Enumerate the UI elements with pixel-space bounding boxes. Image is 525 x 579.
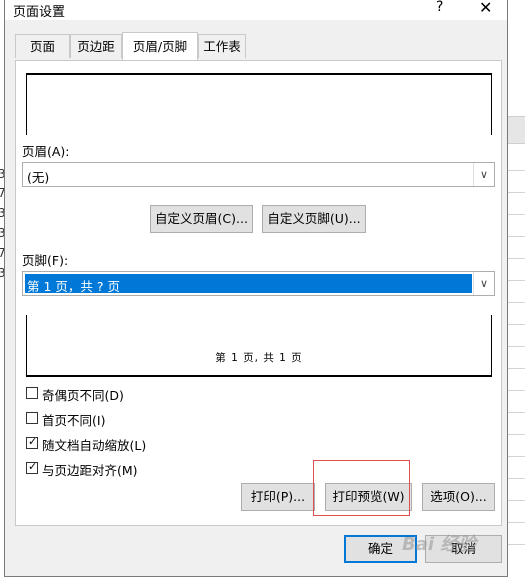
check-icon: ✓ [28,460,38,473]
tab-margins[interactable]: 页边距 [70,34,122,58]
custom-footer-button[interactable]: 自定义页脚(U)... [262,205,366,233]
checkbox-box[interactable]: ✓ [26,435,38,449]
tab-header-footer[interactable]: 页眉/页脚 [122,32,198,60]
header-selected-value: (无) [27,170,50,185]
header-label: 页眉(A): [22,144,70,159]
dialog-title: 页面设置 [13,5,66,20]
checkbox-box[interactable] [26,387,38,399]
checkbox-label: 随文档自动缩放(L) [42,438,147,453]
checkbox-label: 首页不同(I) [42,413,106,428]
chevron-down-icon: ∨ [473,272,494,295]
page-setup-dialog: 页面设置 ? ✕ 页面 页边距 页眉/页脚 工作表 页眉(A): (无) ∨ 自… [4,0,508,577]
checkbox-box[interactable] [26,412,38,424]
help-button[interactable]: ? [436,0,443,15]
header-footer-panel: 页眉(A): (无) ∨ 自定义页眉(C)... 自定义页脚(U)... 页脚(… [15,60,502,526]
cancel-button[interactable]: 取消 [425,535,502,563]
checkbox-label: 奇偶页不同(D) [42,388,124,403]
footer-preview-text: 第 1 页, 共 1 页 [215,352,303,364]
print-preview-button[interactable]: 打印预览(W) [325,483,412,511]
custom-header-button[interactable]: 自定义页眉(C)... [150,205,253,233]
print-button[interactable]: 打印(P)... [241,483,315,511]
options-button[interactable]: 选项(O)... [422,483,495,511]
column-header [508,116,525,144]
close-button[interactable]: ✕ [479,0,492,17]
chevron-down-icon: ∨ [473,163,494,186]
footer-selected-value: 第 1 页，共 ? 页 [27,279,120,294]
footer-preview: 第 1 页, 共 1 页 [26,315,492,377]
checkbox-label: 与页边距对齐(M) [42,463,138,478]
footer-dropdown[interactable]: 第 1 页，共 ? 页 ∨ [22,271,495,296]
spreadsheet-background [508,0,525,579]
footer-label: 页脚(F): [22,253,69,268]
check-icon: ✓ [28,435,38,448]
tab-page[interactable]: 页面 [15,34,70,58]
title-bar: 页面设置 ? ✕ [5,0,507,20]
ok-button[interactable]: 确定 [344,535,417,563]
tab-sheet[interactable]: 工作表 [198,34,246,58]
header-dropdown[interactable]: (无) ∨ [22,162,495,187]
checkbox-box[interactable]: ✓ [26,460,38,474]
header-preview [26,73,492,135]
